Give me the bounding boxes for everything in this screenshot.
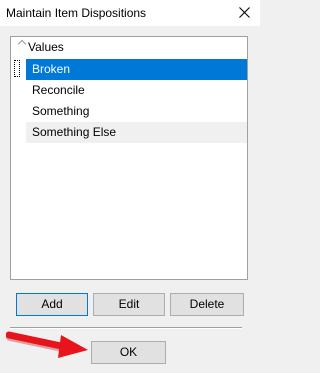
red-arrow-icon (6, 331, 88, 358)
add-button[interactable]: Add (16, 293, 88, 316)
current-row-marker (14, 60, 20, 77)
title-bar: Maintain Item Dispositions (0, 0, 260, 26)
list-item[interactable]: Broken (26, 59, 247, 80)
window-title: Maintain Item Dispositions (6, 6, 147, 20)
edit-button[interactable]: Edit (93, 293, 165, 316)
list-item[interactable]: Something Else (26, 122, 247, 143)
column-header-label: Values (28, 40, 64, 54)
close-icon (239, 7, 250, 18)
chevron-up-icon (17, 39, 27, 49)
list-rows: Broken Reconcile Something Something Els… (26, 59, 247, 143)
list-column-header[interactable]: Values (11, 37, 247, 57)
delete-button[interactable]: Delete (170, 293, 244, 316)
list-item[interactable]: Reconcile (26, 80, 247, 101)
ok-button[interactable]: OK (91, 341, 166, 364)
values-list[interactable]: Values Broken Reconcile Something Someth… (10, 36, 248, 280)
list-item[interactable]: Something (26, 101, 247, 122)
close-button[interactable] (230, 0, 260, 26)
